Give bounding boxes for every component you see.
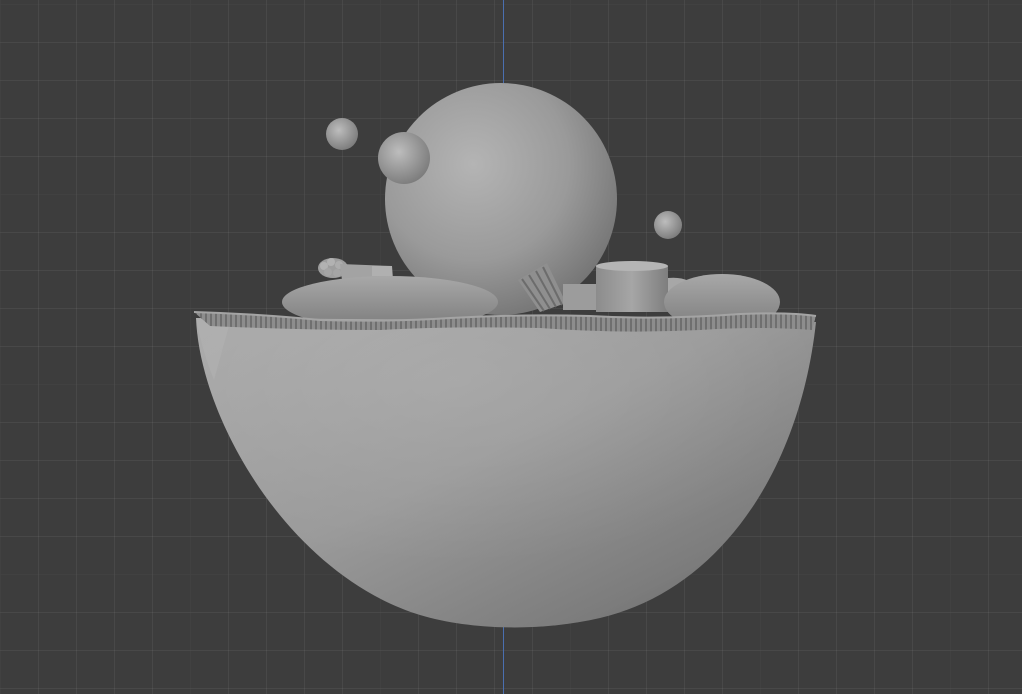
3d-viewport[interactable]	[0, 0, 1022, 694]
cell-model[interactable]	[0, 0, 1022, 694]
small-sphere-1[interactable]	[326, 118, 358, 150]
small-sphere-2[interactable]	[378, 132, 430, 184]
small-sphere-3[interactable]	[654, 211, 682, 239]
cell-hemisphere[interactable]	[196, 318, 816, 628]
